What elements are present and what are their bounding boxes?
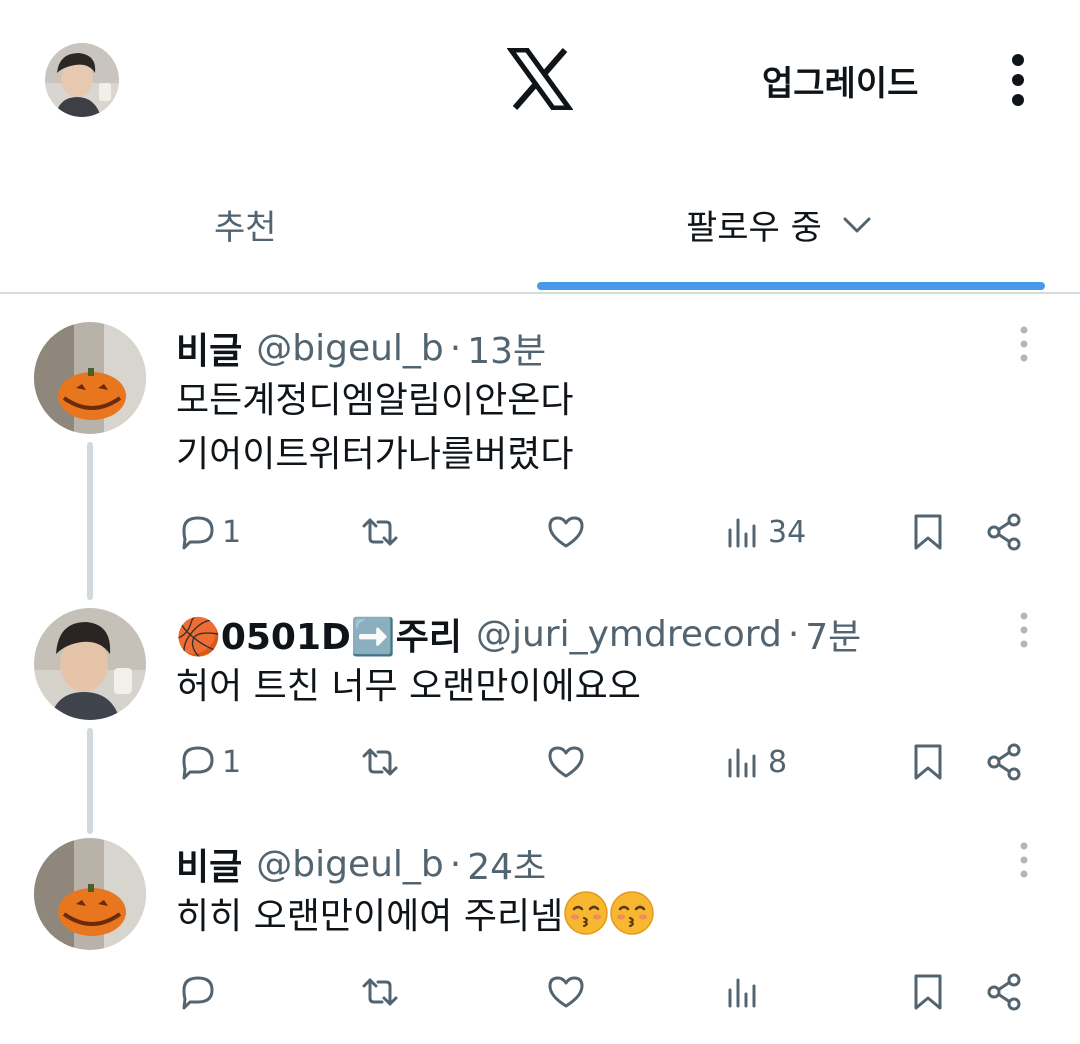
heart-icon bbox=[548, 746, 584, 778]
reply-icon bbox=[182, 976, 214, 1010]
tweet[interactable]: 비글 @bigeul_b · 24초 히히 오랜만이에여 주리넴 bbox=[0, 838, 1080, 1038]
tweet-text-line: 히히 오랜만이에여 주리넴 bbox=[176, 896, 564, 937]
tab-recommended[interactable]: 추천 bbox=[214, 200, 277, 249]
bookmark-button[interactable] bbox=[906, 738, 950, 786]
active-tab-indicator bbox=[537, 282, 1045, 290]
share-icon bbox=[987, 743, 1021, 781]
retweet-button[interactable] bbox=[358, 508, 404, 556]
retweet-icon bbox=[362, 518, 398, 546]
handle[interactable]: @bigeul_b bbox=[256, 328, 444, 369]
like-button[interactable] bbox=[544, 508, 590, 556]
tweet-text-line: 기어이트위터가나를버렸다 bbox=[176, 434, 574, 475]
view-count: 8 bbox=[768, 744, 788, 780]
reply-button[interactable] bbox=[176, 968, 222, 1016]
reply-icon bbox=[182, 516, 214, 550]
tweet-header: 🏀0501D➡️주리 @juri_ymdrecord · 7분 bbox=[176, 608, 861, 660]
retweet-button[interactable] bbox=[358, 968, 404, 1016]
heart-icon bbox=[548, 976, 584, 1008]
retweet-button[interactable] bbox=[358, 738, 404, 786]
reply-button[interactable]: 1 bbox=[176, 508, 241, 556]
views-button[interactable]: 34 bbox=[722, 508, 806, 556]
tweet-header: 비글 @bigeul_b · 24초 bbox=[176, 838, 546, 890]
avatar[interactable] bbox=[34, 608, 146, 720]
tweet[interactable]: 비글 @bigeul_b · 13분 모든계정디엠알림이안온다 기어이트위터가나… bbox=[0, 322, 1080, 572]
tweet-text-line: 허어 트친 너무 오랜만이에요오 bbox=[176, 666, 641, 707]
timestamp[interactable]: 24초 bbox=[467, 838, 546, 890]
basketball-emoji: 🏀 bbox=[176, 617, 221, 658]
retweet-icon bbox=[362, 978, 398, 1006]
chevron-down-icon bbox=[843, 217, 871, 232]
views-button[interactable] bbox=[722, 968, 768, 1016]
more-vertical-icon[interactable] bbox=[1012, 840, 1036, 880]
kissing-face-emoji-icon bbox=[610, 891, 654, 935]
profile-avatar[interactable] bbox=[45, 43, 119, 117]
tweet-header: 비글 @bigeul_b · 13분 bbox=[176, 322, 546, 374]
timeline-tabs: 추천 팔로우 중 bbox=[0, 180, 1080, 294]
retweet-icon bbox=[362, 748, 398, 776]
separator: · bbox=[449, 843, 462, 885]
display-name-suffix: 주리 bbox=[395, 617, 462, 658]
tweet-text-line: 모든계정디엠알림이안온다 bbox=[176, 380, 574, 421]
avatar[interactable] bbox=[34, 838, 146, 950]
tab-following[interactable]: 팔로우 중 bbox=[686, 200, 874, 249]
share-icon bbox=[987, 513, 1021, 551]
top-app-bar: 업그레이드 bbox=[0, 0, 1080, 160]
timestamp[interactable]: 13분 bbox=[467, 322, 546, 374]
tweet-text: 모든계정디엠알림이안온다 기어이트위터가나를버렸다 bbox=[176, 374, 573, 482]
views-button[interactable]: 8 bbox=[722, 738, 787, 786]
tweet-actions bbox=[0, 968, 1080, 1016]
view-count: 34 bbox=[768, 514, 807, 550]
bookmark-icon bbox=[914, 744, 942, 780]
reply-icon bbox=[182, 746, 214, 780]
display-name[interactable]: 비글 bbox=[176, 322, 242, 374]
separator: · bbox=[449, 327, 462, 369]
share-button[interactable] bbox=[982, 738, 1026, 786]
tweet-text: 히히 오랜만이에여 주리넴 bbox=[176, 890, 655, 944]
analytics-icon bbox=[728, 748, 756, 778]
like-button[interactable] bbox=[544, 968, 590, 1016]
more-vertical-icon[interactable] bbox=[1012, 324, 1036, 364]
avatar[interactable] bbox=[34, 322, 146, 434]
bookmark-button[interactable] bbox=[906, 968, 950, 1016]
reply-count: 1 bbox=[222, 514, 242, 550]
heart-icon bbox=[548, 516, 584, 548]
display-name-text: 0501D bbox=[220, 617, 351, 658]
tweet-actions: 1 8 bbox=[0, 738, 1080, 786]
arrow-emoji: ➡️ bbox=[350, 617, 396, 658]
reply-count: 1 bbox=[222, 744, 242, 780]
share-icon bbox=[987, 973, 1021, 1011]
tweet-text: 허어 트친 너무 오랜만이에요오 bbox=[176, 660, 641, 714]
more-vertical-icon[interactable] bbox=[1012, 610, 1036, 650]
bookmark-icon bbox=[914, 974, 942, 1010]
handle[interactable]: @bigeul_b bbox=[256, 844, 444, 885]
share-button[interactable] bbox=[982, 968, 1026, 1016]
analytics-icon bbox=[728, 978, 756, 1008]
kissing-face-emoji-icon bbox=[564, 891, 608, 935]
like-button[interactable] bbox=[544, 738, 590, 786]
upgrade-button[interactable]: 업그레이드 bbox=[762, 56, 918, 105]
separator: · bbox=[787, 613, 800, 655]
reply-button[interactable]: 1 bbox=[176, 738, 241, 786]
share-button[interactable] bbox=[982, 508, 1026, 556]
bookmark-icon bbox=[914, 514, 942, 550]
tab-following-label: 팔로우 중 bbox=[686, 208, 822, 248]
analytics-icon bbox=[728, 518, 756, 548]
bookmark-button[interactable] bbox=[906, 508, 950, 556]
tweet[interactable]: 🏀0501D➡️주리 @juri_ymdrecord · 7분 허어 트친 너무… bbox=[0, 608, 1080, 808]
display-name[interactable]: 비글 bbox=[176, 838, 242, 890]
timestamp[interactable]: 7분 bbox=[805, 608, 861, 660]
display-name[interactable]: 🏀0501D➡️주리 bbox=[176, 608, 462, 660]
more-vertical-icon[interactable] bbox=[1000, 50, 1036, 110]
tweet-actions: 1 34 bbox=[0, 508, 1080, 556]
handle[interactable]: @juri_ymdrecord bbox=[476, 614, 782, 655]
x-logo-icon[interactable] bbox=[506, 47, 574, 111]
